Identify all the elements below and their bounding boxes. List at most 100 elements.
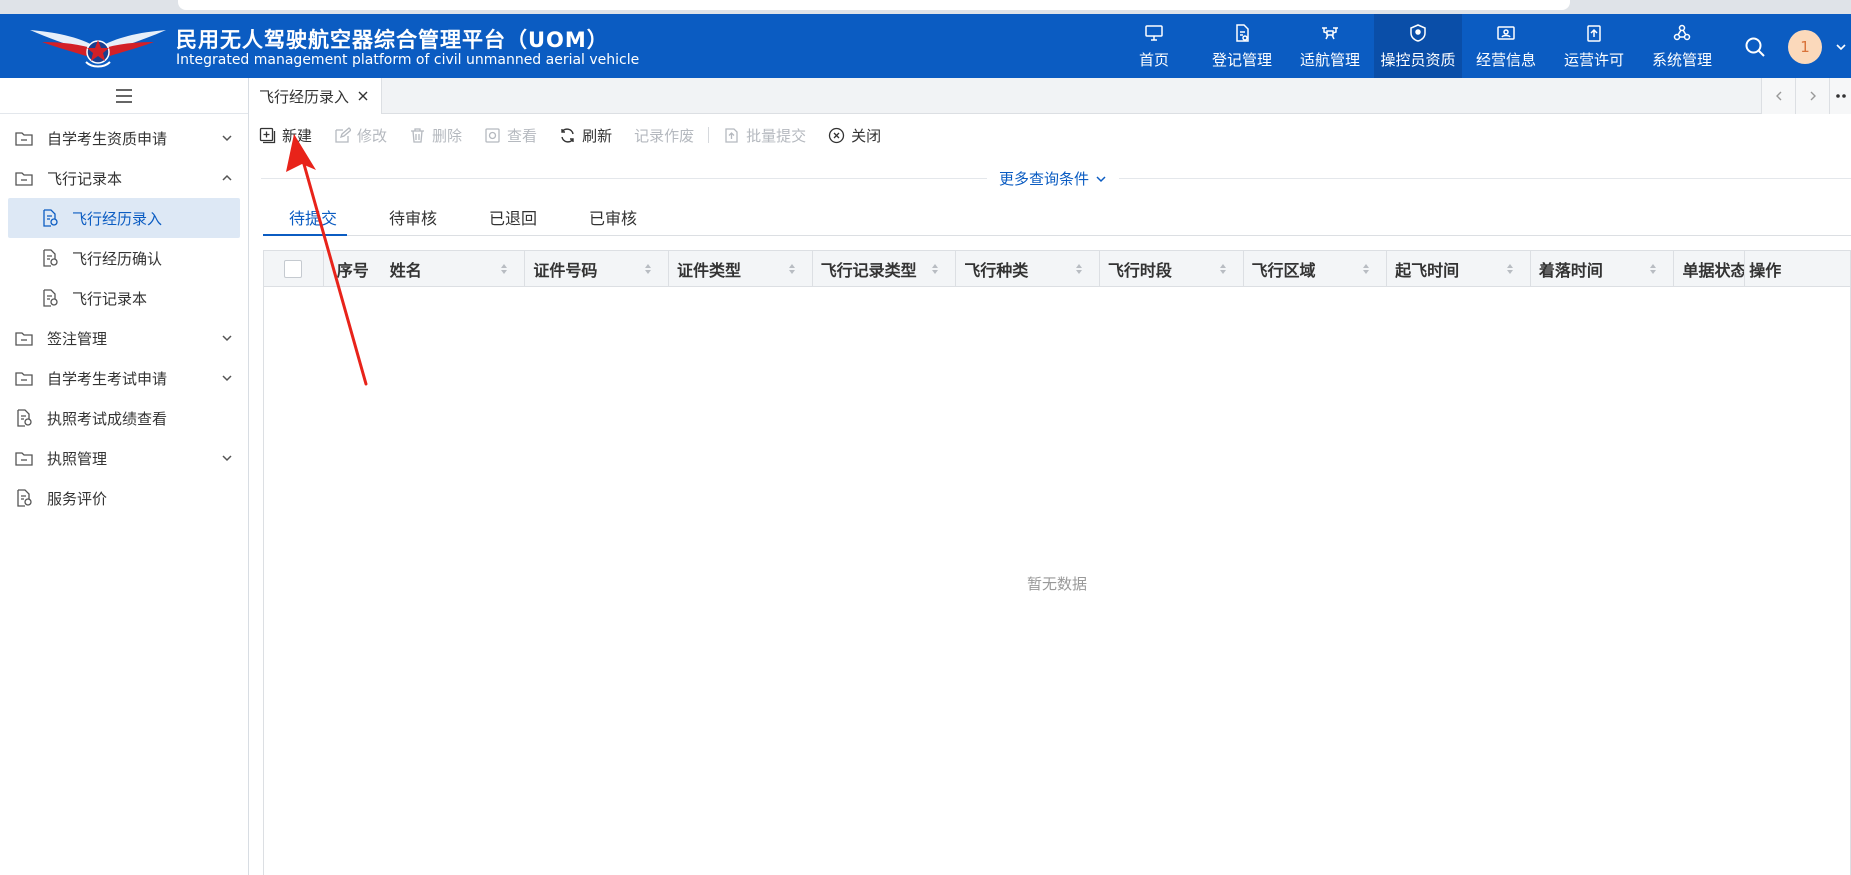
view-button[interactable]: 查看 xyxy=(484,125,537,146)
address-bar[interactable] xyxy=(178,0,1570,10)
sidebar-menu: 自学考生资质申请 飞行记录本 飞行经历录入 飞行经历确认 飞行记录本 签注管理 … xyxy=(0,114,248,518)
folder-icon xyxy=(15,452,33,466)
close-button-label: 关闭 xyxy=(851,126,882,145)
sidebar-item-label: 签注管理 xyxy=(47,329,108,348)
new-button[interactable]: 新建 xyxy=(259,125,312,146)
column-header-flight-period[interactable]: 飞行时段 xyxy=(1100,251,1244,287)
document-edit-icon xyxy=(1236,23,1249,42)
column-header-document-status[interactable]: 单据状态 xyxy=(1674,251,1744,287)
file-gear-icon xyxy=(17,489,32,507)
column-header-takeoff-time[interactable]: 起飞时间 xyxy=(1387,251,1531,287)
sidebar-item-license-exam-scores[interactable]: 执照考试成绩查看 xyxy=(0,398,248,438)
column-header-id-number[interactable]: 证件号码 xyxy=(525,251,669,287)
column-label: 飞行时段 xyxy=(1107,261,1172,280)
tab-pending-review[interactable]: 待审核 xyxy=(363,202,463,235)
sort-icon[interactable] xyxy=(1362,263,1370,275)
nav-operator-qualification[interactable]: 操控员资质 xyxy=(1374,14,1462,78)
caac-wings-logo-icon xyxy=(30,30,166,68)
column-header-name[interactable]: 姓名 xyxy=(382,251,526,287)
chevron-down-icon[interactable] xyxy=(1834,40,1848,54)
sidebar-item-label: 飞行记录本 xyxy=(47,169,123,188)
column-label: 单据状态 xyxy=(1682,261,1745,280)
column-header-flight-area[interactable]: 飞行区域 xyxy=(1244,251,1388,287)
folder-icon xyxy=(15,332,33,346)
platform-title: 民用无人驾驶航空器综合管理平台（UOM） xyxy=(176,28,609,52)
chevron-down-icon xyxy=(222,135,232,142)
sort-icon[interactable] xyxy=(1075,263,1083,275)
sidebar-item-self-study-exam[interactable]: 自学考生考试申请 xyxy=(0,358,248,398)
status-tabs: 待提交 待审核 已退回 已审核 xyxy=(263,202,1851,236)
sidebar-item-endorsement-management[interactable]: 签注管理 xyxy=(0,318,248,358)
column-header-flight-category[interactable]: 飞行种类 xyxy=(956,251,1100,287)
column-label: 飞行种类 xyxy=(964,261,1029,280)
tab-flight-experience-entry[interactable]: 飞行经历录入 xyxy=(249,78,383,114)
sidebar-item-flight-logbook-group[interactable]: 飞行记录本 xyxy=(0,158,248,198)
top-header: 民用无人驾驶航空器综合管理平台（UOM） Integrated manageme… xyxy=(0,14,1851,78)
folder-open-icon xyxy=(15,172,33,186)
top-nav: 首页 登记管理 适航管理 操控员资质 经营信息 运营许可 系统管理 xyxy=(1110,14,1726,78)
more-query-label: 更多查询条件 xyxy=(999,170,1090,188)
sidebar: 自学考生资质申请 飞行记录本 飞行经历录入 飞行经历确认 飞行记录本 签注管理 … xyxy=(0,78,249,875)
batch-submit-button[interactable]: 批量提交 xyxy=(723,125,806,146)
sidebar-item-service-evaluation[interactable]: 服务评价 xyxy=(0,478,248,518)
tab-returned[interactable]: 已退回 xyxy=(463,202,563,235)
close-button[interactable]: 关闭 xyxy=(828,125,881,146)
chevron-down-icon xyxy=(222,335,232,342)
delete-button-label: 删除 xyxy=(432,126,463,145)
edit-button[interactable]: 修改 xyxy=(334,125,387,146)
tab-more-button[interactable] xyxy=(1829,78,1851,114)
refresh-button[interactable]: 刷新 xyxy=(559,125,612,146)
tab-scroll-left-button[interactable] xyxy=(1761,78,1795,114)
shield-icon xyxy=(1410,23,1426,42)
select-all-cell xyxy=(264,251,324,287)
column-label: 序号 xyxy=(336,261,369,280)
sidebar-item-label: 服务评价 xyxy=(47,489,108,508)
folder-icon xyxy=(15,132,33,146)
action-toolbar: 新建 修改 删除 查看 刷新 记录作废 批量提交 关闭 xyxy=(259,122,903,148)
view-icon xyxy=(485,127,500,143)
column-label: 飞行区域 xyxy=(1251,261,1316,280)
nav-business-info[interactable]: 经营信息 xyxy=(1462,14,1550,78)
refresh-button-label: 刷新 xyxy=(582,126,613,145)
nav-operating-license[interactable]: 运营许可 xyxy=(1550,14,1638,78)
monitor-icon xyxy=(1145,24,1163,41)
nav-home[interactable]: 首页 xyxy=(1110,14,1198,78)
nav-label: 运营许可 xyxy=(1563,50,1624,69)
more-query-conditions-toggle[interactable]: 更多查询条件 xyxy=(987,168,1120,189)
sidebar-item-flight-experience-confirm[interactable]: 飞行经历确认 xyxy=(0,238,248,278)
sort-icon[interactable] xyxy=(1219,263,1227,275)
tab-pending-submit[interactable]: 待提交 xyxy=(263,202,363,236)
sidebar-item-label: 自学考生资质申请 xyxy=(47,129,168,148)
column-header-landing-time[interactable]: 着落时间 xyxy=(1531,251,1675,287)
column-label: 操作 xyxy=(1749,261,1782,280)
search-icon[interactable] xyxy=(1744,36,1766,58)
sidebar-item-flight-experience-entry[interactable]: 飞行经历录入 xyxy=(8,198,240,238)
sidebar-item-label: 飞行经历确认 xyxy=(72,249,163,268)
toolbar-divider xyxy=(708,127,710,143)
sidebar-item-flight-logbook[interactable]: 飞行记录本 xyxy=(0,278,248,318)
chevron-down-icon xyxy=(222,455,232,462)
sort-icon[interactable] xyxy=(931,263,939,275)
column-header-record-type[interactable]: 飞行记录类型 xyxy=(813,251,957,287)
nav-airworthiness[interactable]: 适航管理 xyxy=(1286,14,1374,78)
sort-icon[interactable] xyxy=(1506,263,1514,275)
sort-icon[interactable] xyxy=(788,263,796,275)
void-record-button[interactable]: 记录作废 xyxy=(634,125,694,146)
sort-icon[interactable] xyxy=(500,263,508,275)
nav-registration[interactable]: 登记管理 xyxy=(1198,14,1286,78)
nav-system-management[interactable]: 系统管理 xyxy=(1638,14,1726,78)
new-button-label: 新建 xyxy=(282,126,313,145)
sort-icon[interactable] xyxy=(644,263,652,275)
tab-reviewed[interactable]: 已审核 xyxy=(563,202,663,235)
delete-button[interactable]: 删除 xyxy=(409,125,462,146)
close-icon[interactable] xyxy=(357,90,369,102)
select-all-checkbox[interactable] xyxy=(284,260,303,278)
sidebar-item-self-study-qualification[interactable]: 自学考生资质申请 xyxy=(0,118,248,158)
column-header-id-type[interactable]: 证件类型 xyxy=(669,251,813,287)
sidebar-collapse-toggle[interactable] xyxy=(0,78,248,114)
sort-icon[interactable] xyxy=(1649,263,1657,275)
tab-scroll-right-button[interactable] xyxy=(1795,78,1829,114)
sidebar-item-license-management[interactable]: 执照管理 xyxy=(0,438,248,478)
avatar[interactable]: 1 xyxy=(1788,30,1822,64)
chevron-left-icon xyxy=(1775,91,1781,101)
